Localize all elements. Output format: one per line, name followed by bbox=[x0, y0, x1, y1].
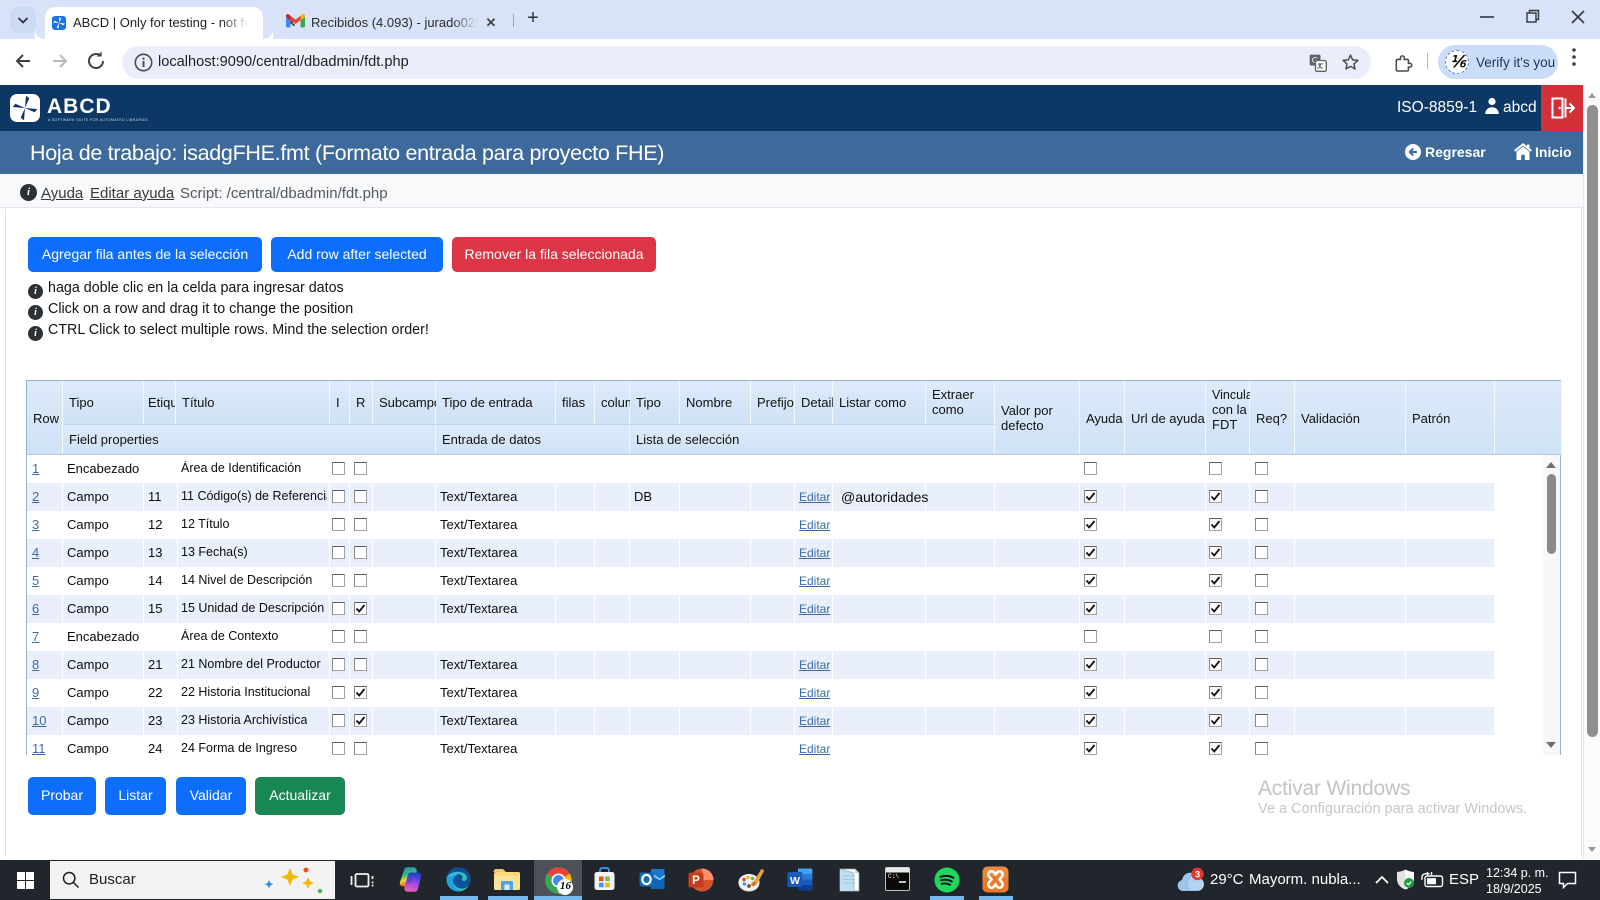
svg-text:W: W bbox=[790, 875, 800, 887]
svg-text:C:\: C:\ bbox=[888, 873, 899, 880]
svg-text:3: 3 bbox=[1195, 869, 1200, 880]
svg-text:P: P bbox=[692, 875, 700, 887]
